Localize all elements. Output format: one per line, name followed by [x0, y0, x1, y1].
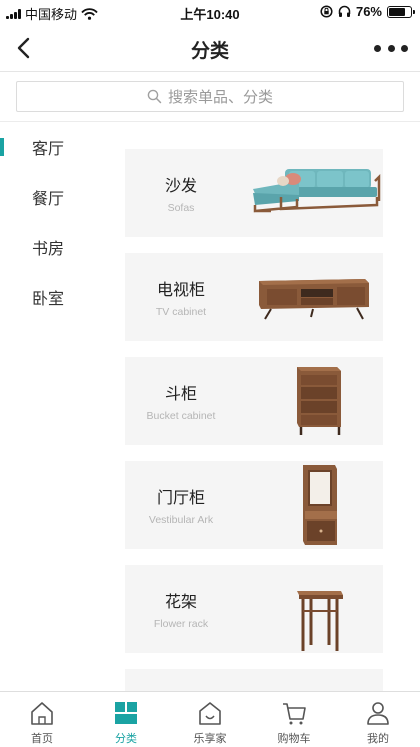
search-bar[interactable]: 搜索单品、分类: [16, 81, 404, 112]
sofa-image: [253, 169, 381, 213]
sidebar-item-study[interactable]: 书房: [0, 222, 110, 272]
tab-cart[interactable]: 购物车: [252, 692, 336, 747]
tab-label: 购物车: [277, 733, 311, 745]
tv-cabinet-image: [259, 279, 369, 320]
sidebar-item-living-room[interactable]: 客厅: [0, 122, 110, 172]
search-placeholder: 搜索单品、分类: [167, 89, 273, 106]
headphones-icon: [338, 5, 351, 17]
card-title: 斗柜: [164, 386, 197, 403]
status-bar: 中国移动 上午10:40 76%: [0, 0, 420, 24]
sidebar-item-bedroom[interactable]: 卧室: [0, 272, 110, 322]
card-title: 花架: [164, 594, 197, 611]
card-subtitle: TV cabinet: [155, 306, 207, 318]
tab-label: 乐享家: [193, 733, 227, 745]
category-card-vestibular-ark[interactable]: 门厅柜 Vestibular Ark: [125, 461, 383, 549]
lexiangjia-icon: [199, 702, 221, 725]
category-card-flower-rack[interactable]: 花架 Flower rack: [125, 565, 383, 653]
tab-label: 分类: [115, 733, 137, 745]
card-subtitle: Bucket cabinet: [146, 410, 216, 422]
tab-label: 我的: [367, 733, 389, 745]
tab-bar: 首页 分类 乐享家 购物车 我的: [0, 691, 420, 747]
battery-percent: 76%: [355, 4, 382, 19]
sidebar-item-label: 餐厅: [32, 191, 65, 208]
card-text: 电视柜 TV cabinet: [125, 253, 237, 341]
card-subtitle: Vestibular Ark: [148, 514, 214, 526]
status-bar-right: 76%: [320, 4, 415, 19]
battery-level: [389, 7, 405, 16]
profile-icon: [367, 702, 389, 725]
hall-stand-image: [303, 465, 337, 545]
chevron-left-icon: [17, 37, 30, 59]
sidebar-item-label: 卧室: [32, 291, 65, 308]
card-title: 电视柜: [156, 282, 205, 299]
tab-home[interactable]: 首页: [0, 692, 84, 747]
cart-icon: [283, 703, 306, 725]
search-icon: [147, 89, 162, 104]
home-icon: [31, 702, 53, 725]
card-subtitle: Sofas: [167, 202, 195, 214]
battery-icon: [387, 5, 415, 18]
tab-label: 首页: [31, 733, 53, 745]
flower-stand-image: [297, 591, 343, 651]
navigation-bar: 分类: [0, 24, 420, 72]
back-button[interactable]: [10, 34, 38, 62]
category-icon: [115, 702, 137, 724]
category-card-sofas[interactable]: 沙发 Sofas: [125, 149, 383, 237]
card-subtitle: Flower rack: [153, 618, 209, 630]
sidebar-item-label: 客厅: [32, 141, 65, 158]
card-text: 斗柜 Bucket cabinet: [125, 357, 237, 445]
chest-of-drawers-image: [297, 367, 341, 435]
category-card-tv-cabinet[interactable]: 电视柜 TV cabinet: [125, 253, 383, 341]
sidebar-item-label: 书房: [32, 241, 65, 258]
tab-lexiangjia[interactable]: 乐享家: [168, 692, 252, 747]
card-text: 门厅柜 Vestibular Ark: [125, 461, 237, 549]
more-dots-icon: [374, 44, 381, 52]
sidebar-item-dining-room[interactable]: 餐厅: [0, 172, 110, 222]
card-title: 门厅柜: [156, 490, 205, 507]
card-text: 沙发 Sofas: [125, 149, 237, 237]
category-card-bucket-cabinet[interactable]: 斗柜 Bucket cabinet: [125, 357, 383, 445]
card-text: 花架 Flower rack: [125, 565, 237, 653]
page-title: 分类: [190, 41, 229, 62]
category-sidebar: 客厅 餐厅 书房 卧室: [0, 122, 110, 322]
rotation-lock-icon: [320, 5, 333, 18]
category-card-partial[interactable]: [125, 669, 383, 691]
tab-profile[interactable]: 我的: [336, 692, 420, 747]
card-title: 沙发: [164, 178, 197, 195]
more-button[interactable]: [374, 36, 408, 60]
tab-category[interactable]: 分类: [84, 692, 168, 747]
